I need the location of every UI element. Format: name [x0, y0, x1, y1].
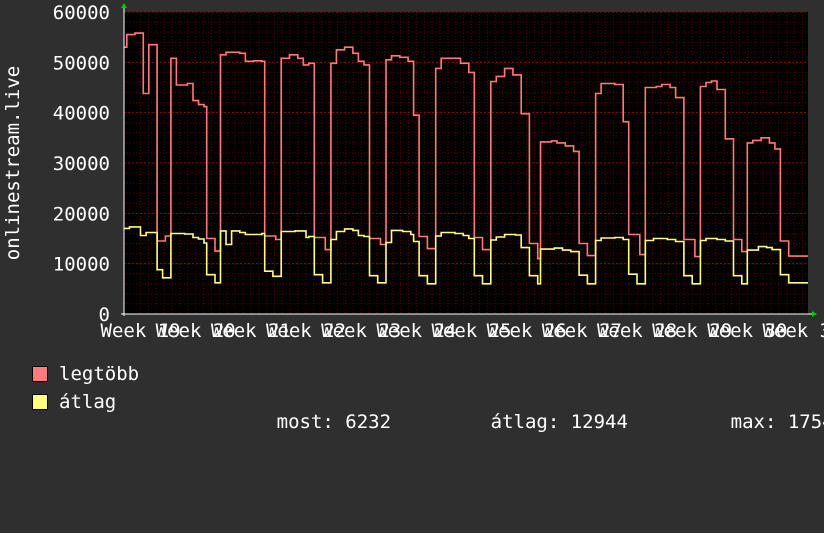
legend-swatch-max [32, 366, 48, 382]
y-tick-label: 10000 [53, 254, 110, 276]
legend-row-avg: átlag most: 6232 átlag: 12944 max: 17544 [32, 391, 824, 432]
legend-label-max: legtöbb [59, 363, 140, 385]
stat-max: max: 17544 [662, 392, 824, 452]
y-tick-label: 50000 [53, 52, 110, 74]
legend-label-avg: átlag [59, 391, 117, 413]
y-axis-arrow [121, 3, 127, 8]
chart-widget: 0 10000 20000 30000 40000 50000 60000 Week 19 We… [0, 0, 824, 432]
y-tick-label: 60000 [53, 2, 110, 24]
stat-now: most: 6232 [208, 392, 391, 452]
x-tick-label: Week 31 [762, 320, 824, 340]
x-axis-arrow [812, 311, 817, 317]
y-tick-label: 20000 [53, 203, 110, 225]
stat-average: átlag: 12944 [422, 392, 628, 452]
y-tick-label: 30000 [53, 153, 110, 175]
legend-swatch-avg [32, 394, 48, 410]
y-tick-label: 40000 [53, 103, 110, 125]
line-chart: 0100002000030000400005000060000Week 19We… [2, 2, 824, 340]
legend-row-max: legtöbb [32, 364, 139, 384]
y-axis-label: onlinestream.live [2, 66, 24, 260]
